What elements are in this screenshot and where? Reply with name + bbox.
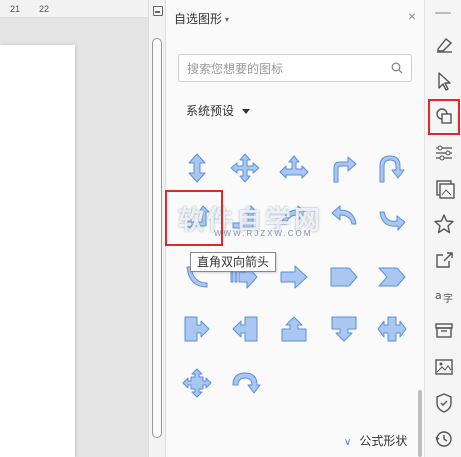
left-arrow-callout-icon[interactable] [229,313,261,345]
panel-title-label: 自选图形 [174,12,223,26]
curved-left-arrow-icon[interactable] [328,202,360,234]
formula-shapes-section[interactable]: ∨ 公式形状 [344,432,407,449]
shield-check-icon[interactable] [431,390,457,416]
collapse-panel-icon[interactable] [153,6,163,16]
history-icon[interactable] [431,426,457,452]
active-tool-highlight [428,99,460,135]
vertical-scrollbar[interactable] [152,38,162,438]
svg-text:字: 字 [443,292,453,305]
document-page[interactable] [0,45,75,457]
search-icon[interactable] [391,62,403,74]
panel-title[interactable]: 自选图形 ▾ [174,10,229,27]
chevron-down-icon: ▾ [225,15,230,25]
selected-shape-highlight [165,190,223,246]
right-arrow-callout-icon[interactable] [181,313,213,345]
chevron-down-icon: ∨ [344,437,352,448]
pentagon-arrow-icon[interactable] [328,261,360,293]
favorite-star-icon[interactable] [431,211,457,237]
svg-text:a: a [435,289,442,302]
quad-arrow-icon[interactable] [229,152,261,184]
preset-label: 系统预设 [186,104,235,118]
panel-scrollbar[interactable] [418,390,422,457]
search-box[interactable] [178,54,412,82]
image-gallery-icon[interactable] [431,175,457,201]
caret-down-icon [242,109,251,115]
bent-arrow-icon[interactable] [328,152,360,184]
up-arrow-callout-icon[interactable] [278,313,310,345]
adjust-settings-icon[interactable] [431,140,457,166]
curved-up-arrow-icon[interactable] [376,202,408,234]
ruler-mark-21: 21 [10,4,21,14]
share-export-icon[interactable] [431,247,457,273]
ruler: 21 22 [0,0,148,18]
circular-arrow-icon[interactable] [229,367,261,399]
shape-tooltip: 直角双向箭头 [190,252,277,272]
panel-splitter[interactable] [148,0,166,457]
picture-icon[interactable] [431,354,457,380]
right-arrow-icon[interactable] [278,261,310,293]
chevron-arrow-icon[interactable] [376,261,408,293]
sidebar-handle[interactable] [435,12,451,14]
quad-arrow-callout-icon[interactable] [181,367,213,399]
formula-label: 公式形状 [359,434,408,448]
document-area: 21 22 [0,0,148,457]
select-pointer-icon[interactable] [431,68,457,94]
ruler-mark-22: 22 [39,4,50,14]
left-right-up-arrow-icon[interactable] [278,152,310,184]
u-turn-arrow-icon[interactable] [376,152,408,184]
down-arrow-callout-icon[interactable] [328,313,360,345]
left-right-arrow-callout-icon[interactable] [376,313,408,345]
preset-dropdown[interactable]: 系统预设 [186,102,251,119]
eraser-icon[interactable] [431,31,457,57]
up-down-arrow-icon[interactable] [181,152,213,184]
search-input[interactable] [187,60,383,78]
close-button[interactable]: × [404,8,420,24]
watermark-url: WWW.RJZXW.COM [214,229,313,238]
translate-icon[interactable]: a字 [431,282,457,308]
archive-box-icon[interactable] [431,317,457,343]
